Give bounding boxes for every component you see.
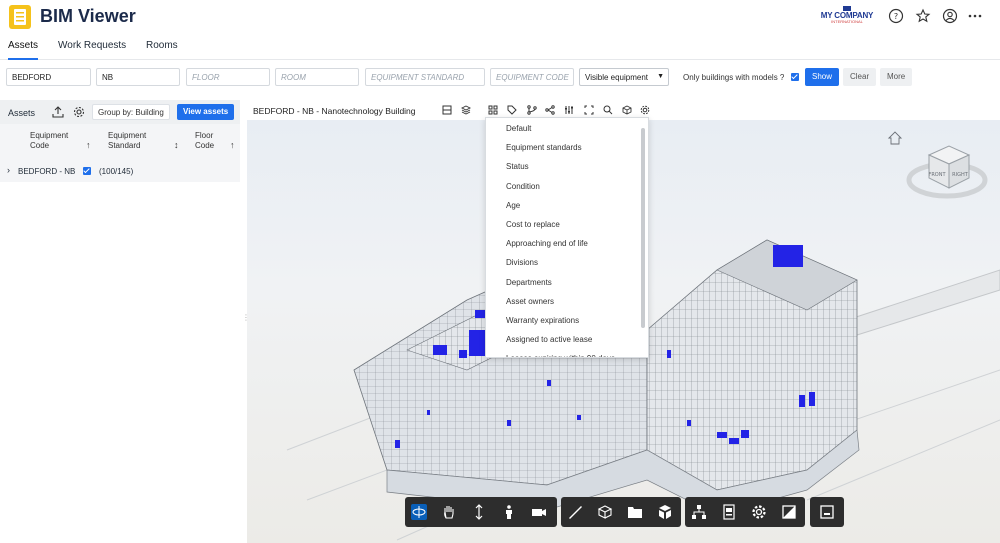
info-panel-icon[interactable]	[819, 504, 835, 520]
info-toolbar	[810, 497, 844, 527]
color-by-option[interactable]: Warranty expirations	[506, 316, 579, 325]
tab-work-requests[interactable]: Work Requests	[58, 40, 126, 60]
table-header: Equipment Code ↑ Equipment Standard ↕ Floo…	[0, 124, 240, 160]
tab-assets[interactable]: Assets	[8, 40, 39, 60]
assets-panel-header: Assets Group by: Building View assets	[0, 100, 240, 124]
structure-icon[interactable]	[691, 504, 707, 520]
favorites-icon[interactable]	[915, 8, 931, 24]
fullscreen-icon[interactable]	[781, 504, 797, 520]
camera-icon[interactable]	[531, 504, 547, 520]
group-by-button[interactable]: Group by: Building	[92, 104, 170, 120]
tag-icon[interactable]	[507, 105, 517, 115]
filter-sliders-icon[interactable]	[564, 105, 574, 115]
share-icon[interactable]	[545, 105, 555, 115]
data-toolbar	[685, 497, 805, 527]
visibility-select[interactable]: Visible equipment ▼	[579, 68, 669, 86]
only-buildings-checkbox[interactable]	[791, 73, 799, 81]
pan-icon[interactable]	[441, 504, 457, 520]
color-by-option[interactable]: Equipment standards	[506, 143, 582, 152]
color-by-option[interactable]: Cost to replace	[506, 220, 560, 229]
col-equipment-code[interactable]: Equipment Code	[30, 131, 68, 151]
col-equipment-standard[interactable]: Equipment Standard	[108, 131, 146, 151]
assets-panel: Assets Group by: Building View assets Eq…	[0, 100, 240, 543]
properties-icon[interactable]	[721, 504, 737, 520]
room-field[interactable]: ROOM	[275, 68, 359, 86]
clear-button[interactable]: Clear	[843, 68, 877, 86]
tree-row-building[interactable]: › BEDFORD - NB (100/145)	[0, 160, 240, 182]
floor-plan-icon[interactable]	[442, 105, 452, 115]
help-icon[interactable]: ?	[888, 8, 904, 24]
color-by-dropdown: Default Equipment standards Status Conditio…	[485, 117, 649, 358]
branch-icon[interactable]	[527, 105, 537, 115]
sort-both-icon[interactable]: ↕	[174, 140, 179, 150]
orbit-icon[interactable]	[411, 504, 427, 520]
filter-bar: BEDFORD NB FLOOR ROOM EQUIPMENT STANDARD…	[0, 68, 1000, 88]
app-logo-icon	[9, 5, 31, 29]
building-checkbox[interactable]	[83, 167, 91, 175]
zoom-icon[interactable]	[471, 504, 487, 520]
color-by-option[interactable]: Leases expiring within 90 days	[506, 354, 615, 357]
grid-icon[interactable]	[488, 105, 498, 115]
export-icon[interactable]	[52, 106, 64, 118]
app-header: BIM Viewer MY COMPANY INTERNATIONAL ?	[0, 0, 1000, 34]
settings-icon[interactable]	[751, 504, 767, 520]
color-by-option[interactable]: Divisions	[506, 258, 538, 267]
chevron-right-icon[interactable]: ›	[7, 165, 10, 175]
cube-icon[interactable]	[622, 105, 632, 115]
first-person-icon[interactable]	[501, 504, 517, 520]
settings-icon[interactable]	[640, 105, 650, 115]
color-by-option[interactable]: Asset owners	[506, 297, 554, 306]
viewcube-right-label: RIGHT	[952, 172, 969, 178]
tab-rooms[interactable]: Rooms	[146, 40, 178, 60]
modeling-toolbar	[561, 497, 681, 527]
search-icon[interactable]	[603, 105, 613, 115]
chevron-down-icon: ▼	[657, 73, 664, 80]
color-by-option[interactable]: Default	[506, 124, 531, 133]
main-tabs: Assets Work Requests Rooms	[0, 36, 1000, 60]
navigation-toolbar	[405, 497, 557, 527]
company-logo: MY COMPANY INTERNATIONAL	[818, 6, 876, 28]
sort-asc-icon[interactable]: ↑	[86, 140, 91, 150]
building-field[interactable]: NB	[96, 68, 180, 86]
equipment-code-field[interactable]: EQUIPMENT CODE	[490, 68, 574, 86]
color-by-option[interactable]: Assigned to active lease	[506, 335, 592, 344]
settings-icon[interactable]	[73, 106, 85, 118]
color-by-option[interactable]: Departments	[506, 278, 552, 287]
more-menu-icon[interactable]	[967, 8, 983, 24]
more-button[interactable]: More	[880, 68, 913, 86]
color-by-option[interactable]: Status	[506, 162, 529, 171]
viewer-title: BEDFORD - NB - Nanotechnology Building	[253, 106, 416, 116]
home-view-icon[interactable]	[887, 131, 903, 145]
svg-text:?: ?	[894, 12, 898, 21]
layers-icon[interactable]	[461, 105, 471, 115]
dropdown-scrollbar[interactable]	[641, 128, 645, 328]
fit-icon[interactable]	[584, 105, 594, 115]
model-browser-icon[interactable]	[627, 504, 643, 520]
section-icon[interactable]	[597, 504, 613, 520]
only-buildings-label: Only buildings with models ?	[683, 73, 785, 82]
assets-panel-title: Assets	[8, 108, 36, 118]
site-field[interactable]: BEDFORD	[6, 68, 91, 86]
color-by-option[interactable]: Approaching end of life	[506, 239, 588, 248]
app-title: BIM Viewer	[40, 6, 136, 26]
viewcube[interactable]	[906, 145, 988, 199]
floor-field[interactable]: FLOOR	[186, 68, 270, 86]
sort-asc-icon[interactable]: ↑	[230, 140, 235, 150]
equipment-standard-field[interactable]: EQUIPMENT STANDARD	[365, 68, 485, 86]
measure-icon[interactable]	[567, 504, 583, 520]
color-by-option[interactable]: Age	[506, 201, 520, 210]
explode-icon[interactable]	[657, 504, 673, 520]
view-assets-button[interactable]: View assets	[177, 104, 235, 120]
viewcube-front-label: FRONT	[928, 172, 946, 178]
show-button[interactable]: Show	[805, 68, 840, 86]
user-profile-icon[interactable]	[942, 8, 958, 24]
col-floor-code[interactable]: Floor Code	[195, 131, 214, 151]
color-by-option[interactable]: Condition	[506, 182, 540, 191]
